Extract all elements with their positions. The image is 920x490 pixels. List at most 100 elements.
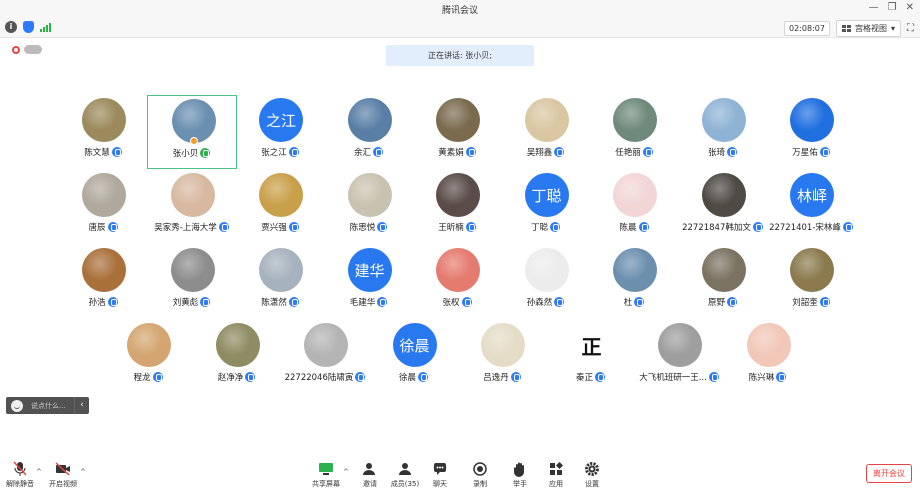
participant-name-row: 程龙	[103, 371, 193, 383]
participant-tile[interactable]: 吕逸丹	[457, 320, 547, 394]
minimize-icon[interactable]: —	[869, 2, 879, 13]
mic-icon	[288, 222, 299, 232]
participant-tile[interactable]: 贾兴强	[235, 170, 325, 244]
video-options-chevron-icon[interactable]: ^	[80, 468, 86, 476]
avatar	[170, 173, 215, 217]
participant-tile[interactable]: 孙森然	[501, 245, 591, 319]
mic-icon	[727, 147, 737, 157]
participant-tile[interactable]: 陈潇然	[235, 245, 325, 319]
mic-icon	[465, 147, 476, 157]
audio-options-chevron-icon[interactable]: ^	[36, 468, 42, 476]
participant-tile[interactable]: 张琦	[678, 95, 768, 169]
unmute-button[interactable]: 解除静音	[0, 461, 40, 489]
info-icon[interactable]: i	[5, 21, 17, 33]
participant-name: 刘黄彪	[172, 298, 199, 308]
participant-tile[interactable]: 程龙	[103, 320, 193, 394]
emoji-icon[interactable]	[11, 399, 23, 412]
participant-tile[interactable]: 陈兴琳	[723, 320, 813, 394]
invite-button[interactable]: 邀请	[350, 461, 390, 489]
participant-tile[interactable]: 陈晨	[589, 170, 679, 244]
raise-hand-button[interactable]: 举手	[500, 461, 540, 489]
participant-name: 张之江	[261, 148, 287, 158]
participant-tile[interactable]: 林峄 22721401-宋林峰	[766, 170, 856, 244]
fullscreen-icon[interactable]: ⛶	[907, 23, 914, 34]
participant-tile[interactable]: 吴翔鑫	[501, 95, 591, 169]
participant-tile[interactable]: 吴家秀-上海大学	[147, 170, 237, 244]
restore-icon[interactable]: ❐	[888, 2, 897, 13]
mic-icon	[200, 297, 211, 307]
participant-tile[interactable]: 陈文慧	[58, 95, 148, 169]
mic-icon	[152, 372, 163, 382]
participant-name: 毛建华	[349, 298, 376, 308]
avatar	[170, 248, 215, 292]
participant-tile[interactable]: 黄素娟	[412, 95, 502, 169]
shield-icon[interactable]	[23, 21, 34, 33]
mic-icon	[218, 222, 229, 232]
participant-tile[interactable]: 唐辰	[58, 170, 148, 244]
chat-box[interactable]: 说点什么... ‹	[6, 397, 89, 414]
participant-tile[interactable]: 万星佑	[766, 95, 856, 169]
participant-tile[interactable]: 大飞机班研一王...	[634, 320, 724, 394]
participant-tile[interactable]: 丁聪 丁聪	[501, 170, 591, 244]
avatar	[127, 323, 171, 367]
settings-button[interactable]: 设置	[572, 461, 612, 489]
share-options-chevron-icon[interactable]: ^	[343, 468, 349, 476]
participant-tile[interactable]: 22722046陆啸寅	[280, 320, 370, 394]
view-selector[interactable]: 宫格视图 ▾	[835, 20, 901, 37]
participant-name: 吴家秀-上海大学	[154, 223, 217, 233]
participant-tile[interactable]: 建华 毛建华	[324, 245, 414, 319]
participant-tile[interactable]: 徐晨 徐晨	[369, 320, 459, 394]
participant-name-row: 徐晨	[369, 371, 459, 383]
participant-name-row: 22721401-宋林峰	[766, 221, 856, 233]
participant-tile[interactable]: 陈思悦	[324, 170, 414, 244]
participant-tile[interactable]: 王昕楠	[412, 170, 502, 244]
members-button[interactable]: 成员(35)	[385, 461, 425, 489]
avatar	[481, 323, 525, 367]
participant-tile[interactable]: 余汇	[324, 95, 414, 169]
start-video-button[interactable]: 开启视频	[43, 461, 83, 489]
participant-tile[interactable]: 之江 张之江	[235, 95, 325, 169]
chat-input[interactable]: 说点什么...	[31, 401, 74, 411]
participant-tile[interactable]: 原野	[678, 245, 768, 319]
participant-tile[interactable]: 孙浩	[58, 245, 148, 319]
mic-icon	[752, 222, 763, 232]
apps-button[interactable]: 应用	[536, 461, 576, 489]
participant-name-row: 王昕楠	[412, 221, 502, 233]
participant-name: 徐晨	[398, 373, 416, 383]
record-button[interactable]: 录制	[460, 461, 500, 489]
participant-tile[interactable]: 张小贝	[146, 95, 237, 169]
participant-name: 陈晨	[619, 223, 637, 233]
participant-name: 陈兴琳	[748, 373, 775, 383]
mic-icon	[288, 297, 299, 307]
avatar	[215, 323, 260, 367]
mic-icon	[819, 147, 830, 157]
participant-name: 吕逸丹	[483, 373, 509, 383]
participant-name-row: 陈文慧	[58, 146, 148, 158]
chat-button[interactable]: 聊天	[420, 461, 460, 489]
window-controls: — ❐ ✕	[869, 2, 914, 13]
participant-tile[interactable]: 杜	[589, 245, 679, 319]
participant-tile[interactable]: 赵净净	[192, 320, 282, 394]
participant-name-row: 22722046陆啸寅	[280, 371, 370, 383]
participant-name: 22722046陆啸寅	[284, 373, 354, 383]
participant-name: 大飞机班研一王...	[639, 373, 707, 383]
signal-icon[interactable]	[40, 22, 51, 32]
mic-icon	[638, 222, 649, 232]
participant-tile[interactable]: 正秦正	[546, 320, 636, 394]
participant-name-row: 毛建华	[324, 296, 414, 308]
participant-tile[interactable]: 任艳丽	[589, 95, 679, 169]
leave-meeting-button[interactable]: 离开会议	[866, 464, 912, 483]
title-bar: 腾讯会议 — ❐ ✕	[0, 0, 920, 18]
participant-name-row: 赵净净	[192, 371, 282, 383]
participant-tile[interactable]: 22721847韩加文	[678, 170, 768, 244]
mic-icon	[373, 147, 383, 157]
mic-icon	[200, 148, 211, 158]
participant-tile[interactable]: 刘韶奎	[766, 245, 856, 319]
participant-tile[interactable]: 张权	[412, 245, 502, 319]
apps-icon	[549, 461, 563, 477]
close-icon[interactable]: ✕	[906, 2, 914, 13]
participant-tile[interactable]: 刘黄彪	[147, 245, 237, 319]
share-screen-button[interactable]: 共享屏幕	[306, 461, 346, 489]
participant-name-row: 黄素娟	[412, 146, 502, 158]
collapse-icon[interactable]: ‹	[74, 397, 89, 414]
